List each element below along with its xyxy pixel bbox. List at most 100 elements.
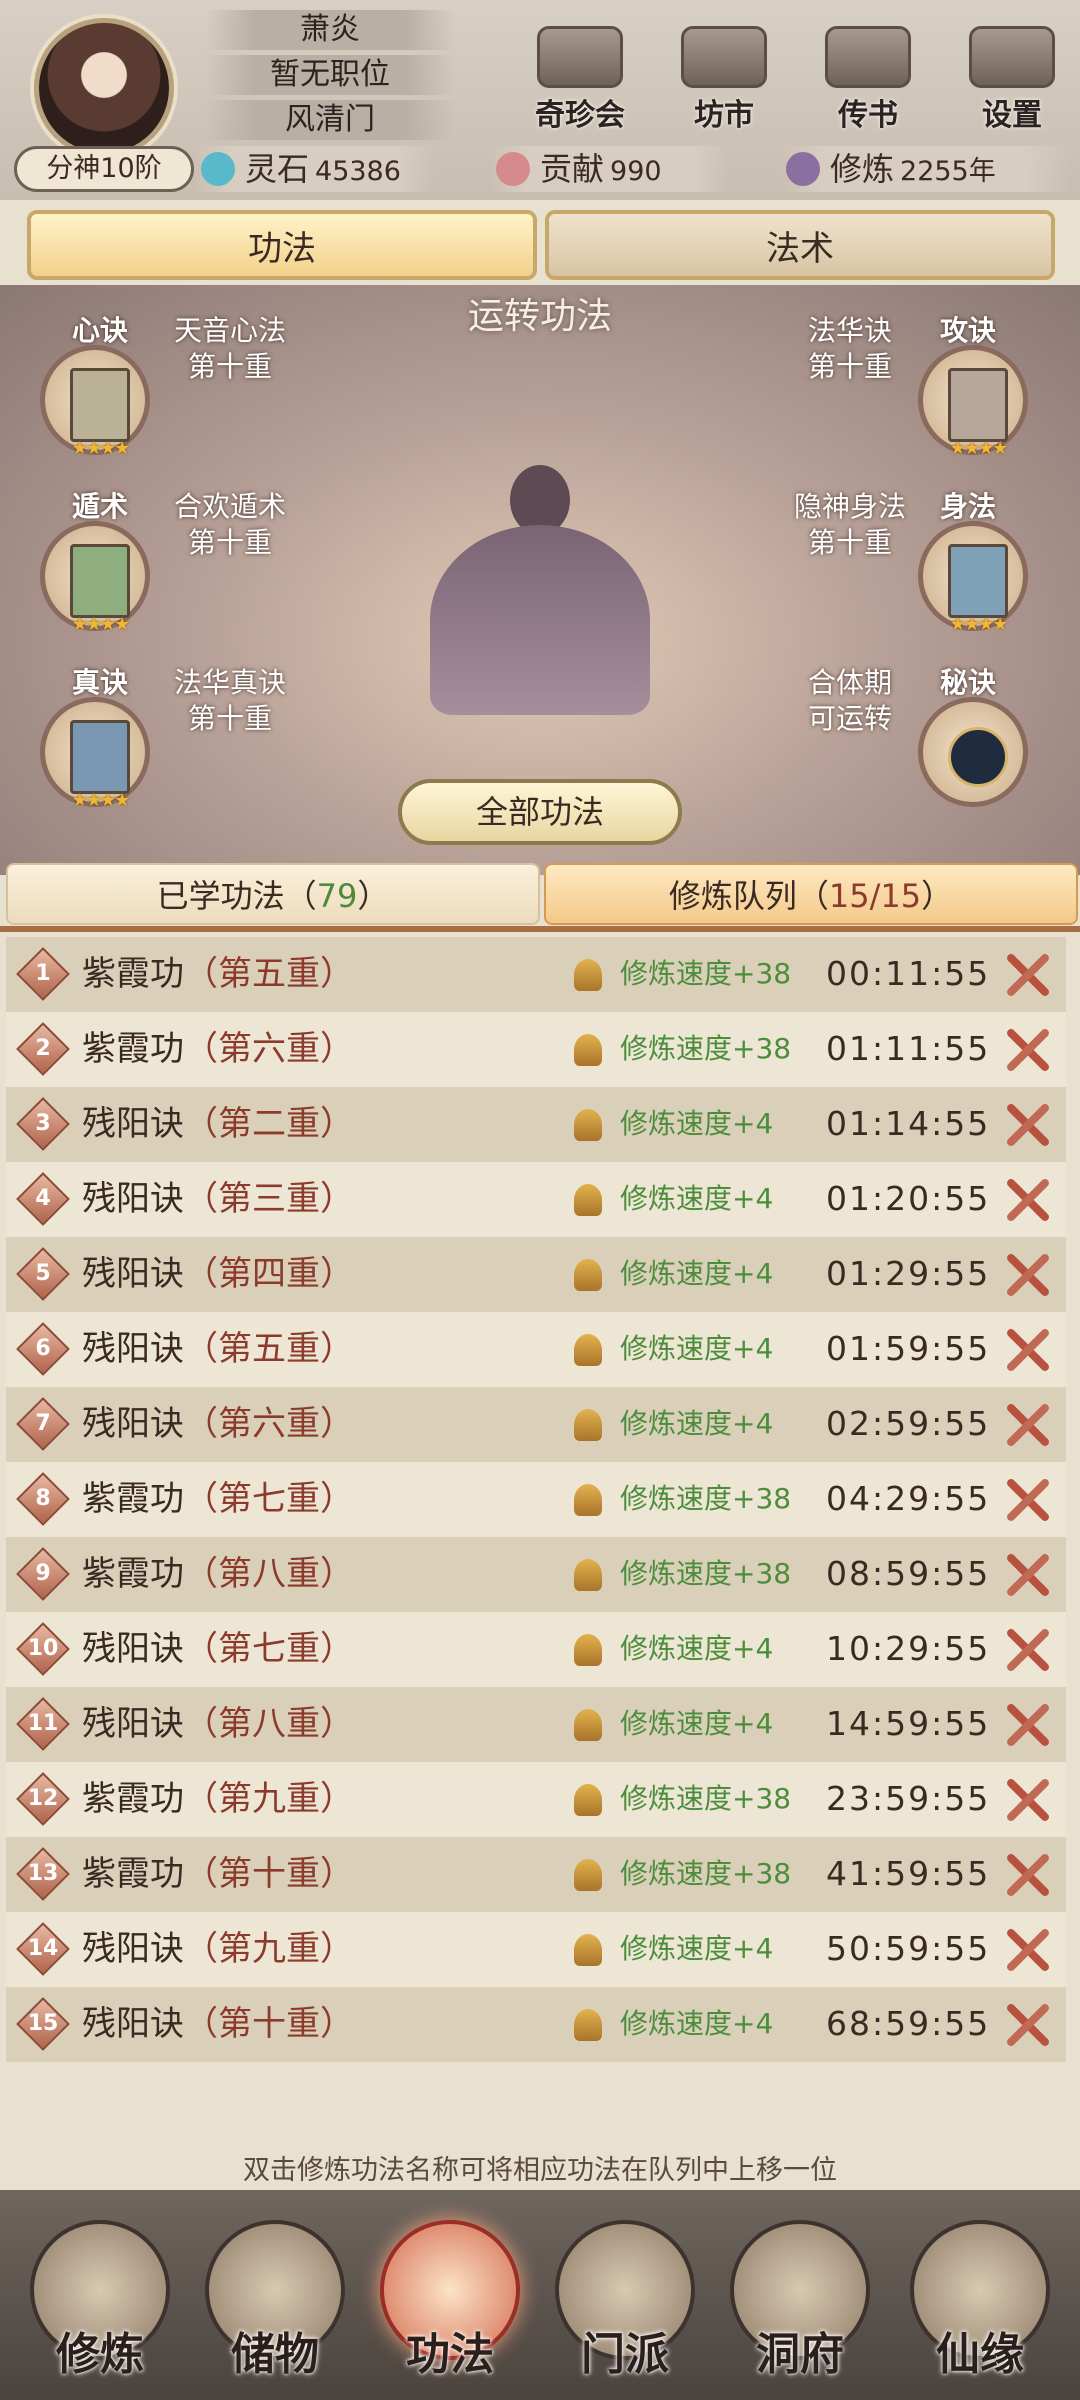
all-techniques-button[interactable]: 全部功法 [398, 779, 682, 845]
tab-gongfa[interactable]: 功法 [27, 210, 537, 280]
remove-icon[interactable] [1004, 1551, 1052, 1599]
remaining-time: 10:29:55 [826, 1629, 991, 1668]
queue-index: 14 [27, 1936, 59, 1961]
remove-icon[interactable] [1004, 1776, 1052, 1824]
queue-index: 1 [35, 961, 51, 986]
lock-icon [948, 727, 1008, 787]
speed-icon [574, 1859, 602, 1891]
remove-icon[interactable] [1004, 1176, 1052, 1224]
slot-tag-zhenjue: 真诀 [72, 666, 129, 699]
technique-name[interactable]: 残阳诀（第三重） [82, 1174, 354, 1224]
remove-icon[interactable] [1004, 2001, 1052, 2049]
speed-icon [574, 1334, 602, 1366]
remove-icon[interactable] [1004, 1401, 1052, 1449]
queue-index: 12 [27, 1786, 59, 1811]
speed-icon [574, 1634, 602, 1666]
queue-index: 6 [35, 1336, 51, 1361]
slot-label-zhenjue: 法华真诀 第十重 [173, 666, 286, 735]
tab-fashu[interactable]: 法术 [545, 210, 1055, 280]
settings-button[interactable]: 设置 [952, 26, 1072, 136]
queue-row[interactable]: 6 残阳诀（第五重） 修炼速度+4 01:59:55 [6, 1312, 1066, 1387]
nav-cultivate[interactable]: 修炼 [20, 2220, 180, 2390]
queue-row[interactable]: 12 紫霞功（第九重） 修炼速度+38 23:59:55 [6, 1762, 1066, 1837]
treasure-hall-button[interactable]: 奇珍会 [520, 26, 640, 136]
queue-row[interactable]: 4 残阳诀（第三重） 修炼速度+4 01:20:55 [6, 1162, 1066, 1237]
queue-index: 13 [27, 1861, 59, 1886]
remove-icon[interactable] [1004, 1251, 1052, 1299]
technique-name[interactable]: 残阳诀（第四重） [82, 1249, 354, 1299]
remaining-time: 01:20:55 [826, 1179, 991, 1218]
slot-zhenjue[interactable]: ★★★★ [40, 697, 150, 811]
remove-icon[interactable] [1004, 1701, 1052, 1749]
nav-cave[interactable]: 洞府 [720, 2220, 880, 2390]
remove-icon[interactable] [1004, 1026, 1052, 1074]
tab-cultivation-queue[interactable]: 修炼队列（15/15） [544, 863, 1078, 925]
slot-xinjue[interactable]: ★★★★ [40, 345, 150, 459]
letter-button[interactable]: 传书 [808, 26, 928, 136]
technique-name[interactable]: 紫霞功（第七重） [82, 1474, 354, 1524]
remaining-time: 50:59:55 [826, 1929, 991, 1968]
slot-gongjue[interactable]: ★★★★ [918, 345, 1028, 459]
nav-gongfa[interactable]: 功法 [370, 2220, 530, 2390]
remove-icon[interactable] [1004, 1326, 1052, 1374]
queue-row[interactable]: 14 残阳诀（第九重） 修炼速度+4 50:59:55 [6, 1912, 1066, 1987]
technique-name[interactable]: 紫霞功（第八重） [82, 1549, 354, 1599]
queue-row[interactable]: 5 残阳诀（第四重） 修炼速度+4 01:29:55 [6, 1237, 1066, 1312]
queue-row[interactable]: 7 残阳诀（第六重） 修炼速度+4 02:59:55 [6, 1387, 1066, 1462]
cultivation-counter: 修炼 2255年 [780, 146, 1070, 192]
technique-name[interactable]: 紫霞功（第九重） [82, 1774, 354, 1824]
remove-icon[interactable] [1004, 1476, 1052, 1524]
remove-icon[interactable] [1004, 1851, 1052, 1899]
star-rating: ★★★★ [71, 614, 131, 635]
star-rating: ★★★★ [71, 790, 131, 811]
slot-mijue[interactable] [918, 697, 1028, 807]
queue-row[interactable]: 8 紫霞功（第七重） 修炼速度+38 04:29:55 [6, 1462, 1066, 1537]
speed-icon [574, 1934, 602, 1966]
avatar-portrait [34, 18, 174, 158]
queue-row[interactable]: 1 紫霞功（第五重） 修炼速度+38 00:11:55 [6, 937, 1066, 1012]
speed-bonus: 修炼速度+4 [620, 1257, 774, 1290]
slot-tag-shenfa: 身法 [940, 490, 997, 523]
market-button[interactable]: 坊市 [664, 26, 784, 136]
nav-sect[interactable]: 门派 [545, 2220, 705, 2390]
queue-row[interactable]: 3 残阳诀（第二重） 修炼速度+4 01:14:55 [6, 1087, 1066, 1162]
technique-name[interactable]: 紫霞功（第十重） [82, 1849, 354, 1899]
technique-name[interactable]: 残阳诀（第十重） [82, 1999, 354, 2049]
player-sect: 风清门 [205, 100, 455, 140]
queue-row[interactable]: 10 残阳诀（第七重） 修炼速度+4 10:29:55 [6, 1612, 1066, 1687]
queue-index: 11 [27, 1711, 59, 1736]
technique-name[interactable]: 残阳诀（第七重） [82, 1624, 354, 1674]
cultivation-icon [786, 152, 820, 186]
remaining-time: 04:29:55 [826, 1479, 991, 1518]
slot-shenfa[interactable]: ★★★★ [918, 521, 1028, 635]
star-rating: ★★★★ [949, 614, 1009, 635]
queue-row[interactable]: 13 紫霞功（第十重） 修炼速度+38 41:59:55 [6, 1837, 1066, 1912]
technique-name[interactable]: 残阳诀（第九重） [82, 1924, 354, 1974]
nav-storage[interactable]: 储物 [195, 2220, 355, 2390]
player-position: 暂无职位 [205, 55, 455, 95]
slot-dunshu[interactable]: ★★★★ [40, 521, 150, 635]
remaining-time: 68:59:55 [826, 2004, 991, 2043]
slot-label-mijue: 合体期 可运转 [807, 666, 892, 735]
tab-learned-techniques[interactable]: 已学功法（79） [6, 863, 540, 925]
technique-name[interactable]: 残阳诀（第五重） [82, 1324, 354, 1374]
technique-name[interactable]: 紫霞功（第五重） [82, 949, 354, 999]
remove-icon[interactable] [1004, 1926, 1052, 1974]
technique-name[interactable]: 残阳诀（第八重） [82, 1699, 354, 1749]
queue-row[interactable]: 11 残阳诀（第八重） 修炼速度+4 14:59:55 [6, 1687, 1066, 1762]
queue-row[interactable]: 9 紫霞功（第八重） 修炼速度+38 08:59:55 [6, 1537, 1066, 1612]
technique-name[interactable]: 残阳诀（第六重） [82, 1399, 354, 1449]
remove-icon[interactable] [1004, 1626, 1052, 1674]
queue-row[interactable]: 2 紫霞功（第六重） 修炼速度+38 01:11:55 [6, 1012, 1066, 1087]
remove-icon[interactable] [1004, 951, 1052, 999]
queue-row[interactable]: 15 残阳诀（第十重） 修炼速度+4 68:59:55 [6, 1987, 1066, 2062]
technique-name[interactable]: 残阳诀（第二重） [82, 1099, 354, 1149]
remove-icon[interactable] [1004, 1101, 1052, 1149]
nav-fortune[interactable]: 仙缘 [900, 2220, 1060, 2390]
star-rating: ★★★★ [71, 438, 131, 459]
slot-tag-dunshu: 遁术 [72, 490, 129, 523]
speed-bonus: 修炼速度+38 [620, 1557, 792, 1590]
avatar[interactable]: 分神10阶 [14, 8, 194, 192]
speed-bonus: 修炼速度+38 [620, 1482, 792, 1515]
technique-name[interactable]: 紫霞功（第六重） [82, 1024, 354, 1074]
